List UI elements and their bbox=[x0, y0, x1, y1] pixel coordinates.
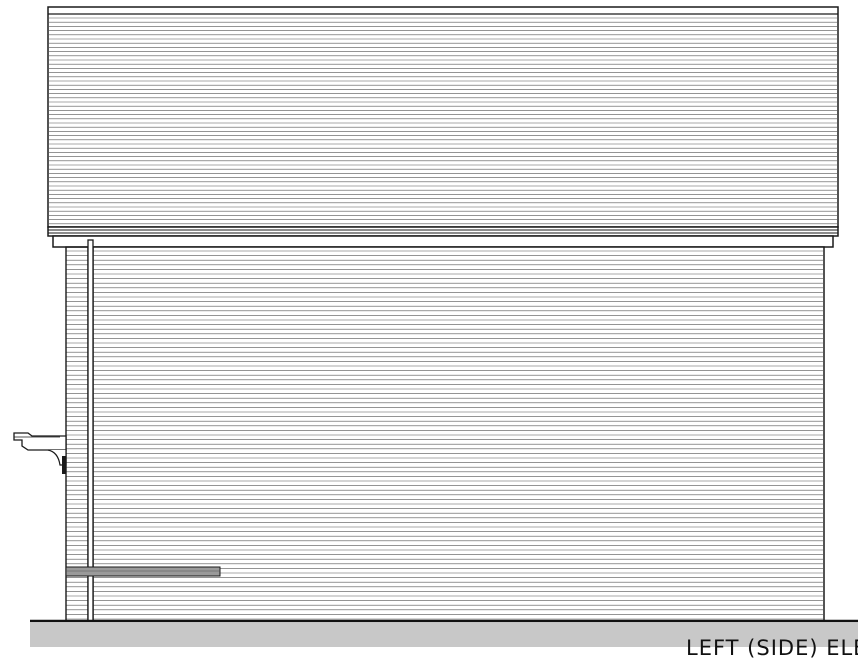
eave-trim bbox=[47, 226, 839, 248]
elevation-drawing bbox=[13, 6, 858, 647]
downspout bbox=[87, 239, 94, 622]
main-wall-siding bbox=[66, 246, 825, 622]
canopy-bracket bbox=[13, 432, 67, 474]
elevation-caption: LEFT (SIDE) ELEVATION bbox=[686, 638, 858, 659]
corner-trim bbox=[65, 246, 89, 622]
trim-band bbox=[65, 566, 221, 577]
upper-roof-block bbox=[47, 6, 839, 228]
